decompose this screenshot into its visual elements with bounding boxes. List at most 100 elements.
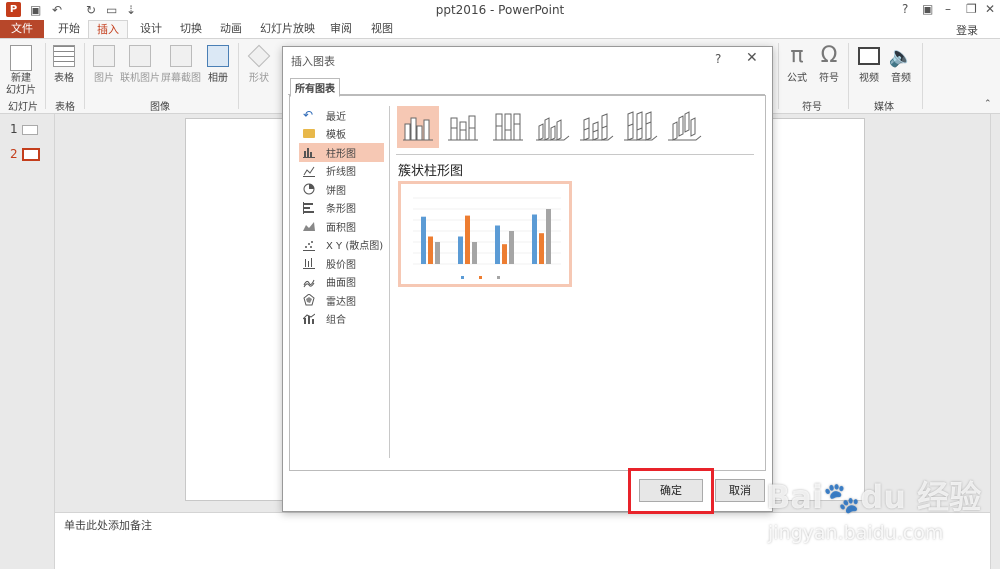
preview-bar: [428, 236, 433, 264]
chart-type-label: 曲面图: [326, 278, 356, 290]
table-button[interactable]: 表格: [50, 43, 78, 84]
highlight-box: [628, 468, 714, 514]
bar-chart-icon: [303, 201, 315, 214]
scatter-chart-icon: [303, 239, 315, 251]
tab-slideshow[interactable]: 幻灯片放映: [252, 20, 323, 38]
preview-bar: [421, 216, 426, 264]
ribbon-separator: [778, 43, 779, 109]
tab-file[interactable]: 文件: [0, 20, 44, 38]
chart-type-label: 雷达图: [326, 296, 356, 308]
ribbon-separator: [238, 43, 239, 109]
chart-type-label: 饼图: [326, 185, 346, 197]
table-label: 表格: [54, 73, 74, 84]
stock-chart-icon: [303, 257, 315, 270]
chart-preview[interactable]: [398, 181, 572, 287]
online-picture-button[interactable]: 联机图片: [120, 43, 160, 84]
chart-type-radar[interactable]: 雷达图: [299, 291, 384, 310]
chart-type-label: 最近: [326, 111, 346, 123]
preview-bar: [495, 225, 500, 264]
tab-animations[interactable]: 动画: [212, 20, 250, 38]
picture-icon: [93, 45, 115, 67]
symbol-button[interactable]: Ω 符号: [816, 43, 842, 84]
tab-all-charts[interactable]: 所有图表: [290, 78, 340, 97]
tab-home[interactable]: 开始: [50, 20, 88, 38]
collapse-ribbon-icon[interactable]: ⌃: [984, 99, 992, 109]
chart-type-column[interactable]: 柱形图: [299, 143, 384, 162]
restore-button[interactable]: ❐: [966, 2, 977, 16]
tab-review[interactable]: 审阅: [322, 20, 360, 38]
slide-thumbnail-1[interactable]: [22, 125, 38, 135]
chart-type-label: 组合: [326, 315, 346, 327]
group-label-slides: 幻灯片: [8, 102, 38, 113]
subtype-3d-clustered-column[interactable]: [531, 106, 573, 148]
online-picture-icon: [129, 45, 151, 67]
tab-insert[interactable]: 插入: [88, 20, 128, 39]
group-label-media: 媒体: [874, 102, 894, 113]
notes-placeholder: 单击此处添加备注: [64, 519, 152, 532]
chart-type-bar[interactable]: 条形图: [299, 199, 384, 218]
chart-type-templates[interactable]: 模板: [299, 125, 384, 144]
close-window-button[interactable]: ✕: [985, 2, 995, 16]
dialog-title: 插入图表: [291, 55, 335, 68]
preview-bar: [532, 214, 537, 264]
chart-type-pie[interactable]: 饼图: [299, 180, 384, 199]
line-chart-icon: [303, 165, 315, 177]
help-button[interactable]: ?: [902, 2, 908, 16]
vertical-scrollbar[interactable]: [990, 114, 1000, 569]
chart-type-list: ↶ 最近 模板 柱形图 折线图 饼图 条形图 面积图 X Y (散点图) 股价图…: [299, 106, 384, 328]
watermark-url: jingyan.baidu.com: [768, 522, 944, 544]
audio-label: 音频: [891, 73, 911, 84]
combo-chart-icon: [302, 313, 316, 325]
dialog-close-button[interactable]: ✕: [746, 50, 758, 66]
cancel-button[interactable]: 取消: [715, 479, 765, 502]
group-label-symbols: 符号: [802, 102, 822, 113]
tab-transitions[interactable]: 切换: [172, 20, 210, 38]
chart-type-line[interactable]: 折线图: [299, 162, 384, 181]
symbol-label: 符号: [819, 73, 839, 84]
tab-design[interactable]: 设计: [132, 20, 170, 38]
preview-bar: [435, 242, 440, 264]
album-button[interactable]: 相册: [204, 43, 232, 84]
preview-bar: [458, 236, 463, 264]
ribbon-tab-bar: 文件 开始 插入 设计 切换 动画 幻灯片放映 审阅 视图 登录: [0, 20, 1000, 39]
baidu-watermark: Bai🐾du 经验 jingyan.baidu.com: [766, 466, 990, 556]
insert-chart-dialog: 插入图表 ? ✕ 所有图表 ↶ 最近 模板 柱形图 折线图 饼图 条形图 面积图…: [282, 46, 773, 512]
subtype-3d-stacked-column[interactable]: [575, 106, 617, 148]
dialog-help-button[interactable]: ?: [715, 52, 721, 66]
chart-type-stock[interactable]: 股价图: [299, 254, 384, 273]
preview-bar: [465, 215, 470, 264]
subtype-percent-stacked-column[interactable]: [487, 106, 529, 148]
shape-button[interactable]: 形状: [245, 43, 273, 84]
chart-type-surface[interactable]: 曲面图: [299, 273, 384, 292]
chart-type-area[interactable]: 面积图: [299, 217, 384, 236]
audio-button[interactable]: 🔈 音频: [888, 43, 914, 84]
minimize-button[interactable]: –: [945, 2, 951, 16]
camera-icon: [170, 45, 192, 67]
chart-type-label: 折线图: [326, 167, 356, 179]
chart-type-label: 股价图: [326, 259, 356, 271]
chart-type-scatter[interactable]: X Y (散点图): [299, 236, 384, 255]
group-label-tables: 表格: [55, 102, 75, 113]
chart-type-combo[interactable]: 组合: [299, 310, 384, 329]
ribbon-display-options-icon[interactable]: ▣: [922, 2, 933, 16]
chart-type-recent[interactable]: ↶ 最近: [299, 106, 384, 125]
screenshot-button[interactable]: 屏幕截图: [161, 43, 201, 84]
group-label-images: 图像: [150, 102, 170, 113]
formula-button[interactable]: π 公式: [784, 43, 810, 84]
video-button[interactable]: 视频: [856, 43, 882, 84]
tab-view[interactable]: 视图: [363, 20, 401, 38]
subtype-stacked-column[interactable]: [442, 106, 484, 148]
slide-thumbnail-2[interactable]: [22, 148, 40, 161]
subtype-3d-column[interactable]: [663, 106, 705, 148]
subtype-clustered-column[interactable]: [397, 106, 439, 148]
ribbon-separator: [922, 43, 923, 109]
pi-icon: π: [790, 43, 804, 68]
chart-type-label: X Y (散点图): [326, 241, 384, 253]
picture-button[interactable]: 图片: [90, 43, 118, 84]
window-title: ppt2016 - PowerPoint: [435, 3, 565, 17]
ribbon-separator: [848, 43, 849, 109]
preview-bar: [502, 244, 507, 264]
subtype-3d-percent-stacked-column[interactable]: [619, 106, 661, 148]
new-slide-button[interactable]: 新建 幻灯片: [6, 43, 36, 97]
sign-in-link[interactable]: 登录: [956, 22, 978, 38]
